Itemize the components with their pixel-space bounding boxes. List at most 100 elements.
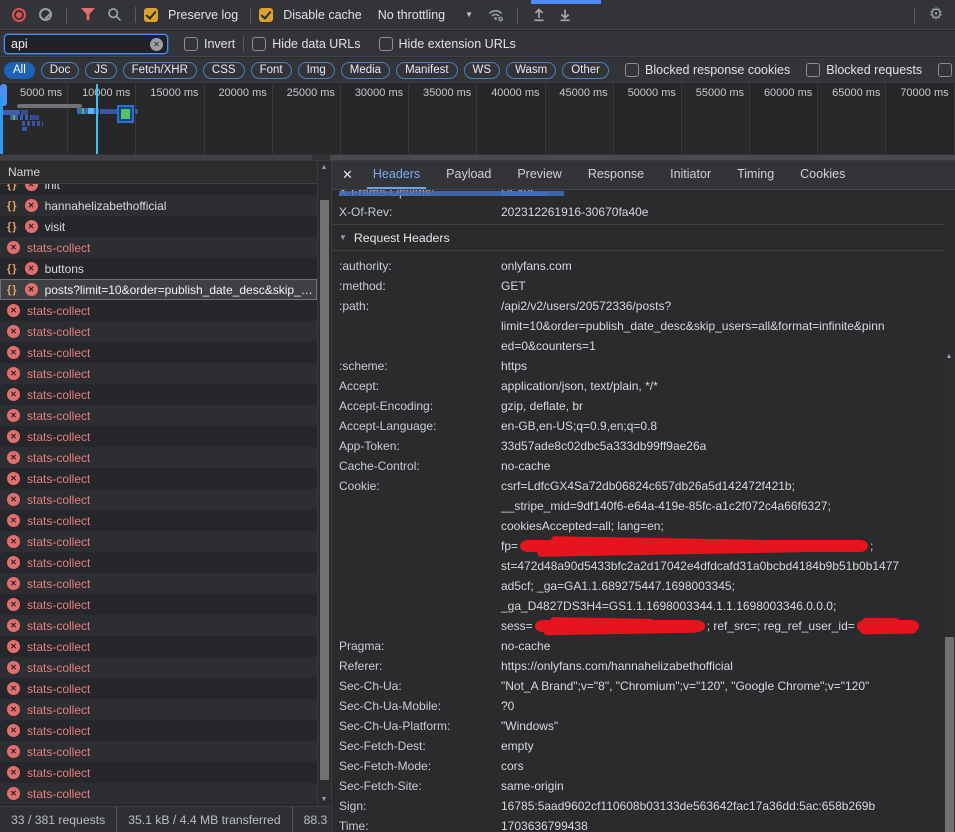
close-icon[interactable]: ✕ bbox=[342, 167, 353, 183]
timeline-tick-label: 40000 ms bbox=[477, 87, 544, 99]
request-row[interactable]: {} ✕ stats-collect bbox=[0, 489, 317, 510]
clear-button[interactable] bbox=[32, 3, 58, 27]
request-row[interactable]: {} ✕ stats-collect bbox=[0, 300, 317, 321]
header-value-line: GET bbox=[501, 276, 944, 296]
clear-input-icon[interactable]: ✕ bbox=[150, 38, 163, 51]
filter-pill[interactable]: Fetch/XHR bbox=[123, 62, 197, 79]
request-name: stats-collect bbox=[27, 598, 90, 612]
timeline-tick-label: 35000 ms bbox=[409, 87, 476, 99]
request-name: stats-collect bbox=[27, 766, 90, 780]
request-row[interactable]: {} ✕ hannahelizabethofficial bbox=[0, 195, 317, 216]
preserve-log-checkbox[interactable]: Preserve log bbox=[144, 8, 242, 22]
request-row[interactable]: {} ✕ buttons bbox=[0, 258, 317, 279]
invert-checkbox[interactable]: Invert bbox=[184, 37, 235, 51]
request-row[interactable]: {} ✕ posts?limit=10&order=publish_date_d… bbox=[0, 279, 317, 300]
hide-extension-urls-checkbox[interactable]: Hide extension URLs bbox=[379, 37, 516, 51]
filter-pill[interactable]: All bbox=[4, 62, 35, 79]
scroll-up-icon[interactable]: ▲ bbox=[318, 164, 330, 171]
filter-pill[interactable]: Img bbox=[298, 62, 335, 79]
filter-pill[interactable]: WS bbox=[464, 62, 501, 79]
request-header-value: ?0 bbox=[501, 696, 944, 716]
details-tab[interactable]: Payload bbox=[440, 161, 497, 189]
request-row[interactable]: {} ✕ stats-collect bbox=[0, 720, 317, 741]
request-row[interactable]: {} ✕ stats-collect bbox=[0, 783, 317, 804]
request-row[interactable]: {} ✕ stats-collect bbox=[0, 615, 317, 636]
request-row[interactable]: {} ✕ stats-collect bbox=[0, 762, 317, 783]
requests-scrollbar[interactable]: ▲ ▼ bbox=[317, 161, 330, 806]
blocked-requests-checkbox[interactable]: Blocked requests bbox=[806, 63, 922, 77]
request-row[interactable]: {} ✕ stats-collect bbox=[0, 573, 317, 594]
request-row[interactable]: {} ✕ stats-collect bbox=[0, 699, 317, 720]
request-row[interactable]: {} ✕ stats-collect bbox=[0, 405, 317, 426]
filter-pill[interactable]: Doc bbox=[41, 62, 79, 79]
settings-button[interactable]: ⚙ bbox=[923, 3, 949, 27]
details-scrollbar-thumb[interactable] bbox=[945, 637, 954, 832]
network-overview-timeline[interactable]: 5000 ms 10000 ms 15000 ms 20000 ms 25000… bbox=[0, 84, 955, 154]
request-row[interactable]: {} ✕ stats-collect bbox=[0, 636, 317, 657]
request-row[interactable]: {} ✕ stats-collect bbox=[0, 321, 317, 342]
request-row[interactable]: {} ✕ stats-collect bbox=[0, 342, 317, 363]
filter-toggle-button[interactable] bbox=[75, 3, 101, 27]
overview-scrollbar-thumb[interactable] bbox=[330, 155, 955, 160]
request-row[interactable]: {} ✕ init bbox=[0, 184, 317, 195]
toolbar-divider bbox=[517, 7, 518, 23]
throttling-select[interactable]: No throttling ▼ bbox=[374, 8, 483, 22]
request-name: init bbox=[45, 184, 60, 192]
request-row[interactable]: {} ✕ stats-collect bbox=[0, 741, 317, 762]
third-party-requests-checkbox[interactable]: 3rd-party requests bbox=[938, 63, 955, 77]
filter-pill[interactable]: Manifest bbox=[396, 62, 457, 79]
details-tab[interactable]: Response bbox=[582, 161, 650, 189]
request-row[interactable]: {} ✕ stats-collect bbox=[0, 510, 317, 531]
filter-pill[interactable]: CSS bbox=[203, 62, 245, 79]
request-row[interactable]: {} ✕ stats-collect bbox=[0, 426, 317, 447]
scroll-down-icon[interactable]: ▼ bbox=[318, 796, 330, 803]
details-tab[interactable]: Cookies bbox=[794, 161, 851, 189]
request-row[interactable]: {} ✕ stats-collect bbox=[0, 594, 317, 615]
details-tab[interactable]: Preview bbox=[511, 161, 567, 189]
details-tab[interactable]: Headers bbox=[367, 161, 426, 189]
network-conditions-button[interactable] bbox=[483, 3, 509, 27]
request-header-name: Sec-Fetch-Mode: bbox=[339, 756, 501, 776]
request-row[interactable]: {} ✕ stats-collect bbox=[0, 657, 317, 678]
overview-scrollbar[interactable] bbox=[0, 154, 955, 161]
request-headers-section-header[interactable]: ▼ Request Headers bbox=[332, 225, 944, 251]
record-button[interactable] bbox=[6, 3, 32, 27]
filter-pill[interactable]: JS bbox=[85, 62, 116, 79]
scroll-up-icon[interactable]: ▲ bbox=[943, 353, 955, 360]
error-icon: ✕ bbox=[7, 472, 20, 485]
request-row[interactable]: {} ✕ stats-collect bbox=[0, 678, 317, 699]
request-header-value: 33d57ade8c02dbc5a333db99ff9ae26a bbox=[501, 436, 944, 456]
request-name: buttons bbox=[45, 262, 84, 276]
error-icon: ✕ bbox=[7, 556, 20, 569]
request-row[interactable]: {} ✕ stats-collect bbox=[0, 447, 317, 468]
request-header-name: Sec-Ch-Ua: bbox=[339, 676, 501, 696]
error-icon: ✕ bbox=[7, 682, 20, 695]
header-value-line: /api2/v2/users/20572336/posts? bbox=[501, 296, 944, 316]
blocked-response-cookies-checkbox[interactable]: Blocked response cookies bbox=[625, 63, 790, 77]
request-row[interactable]: {} ✕ stats-collect bbox=[0, 552, 317, 573]
overview-scrollbar-thumb[interactable] bbox=[0, 155, 312, 160]
filter-pill[interactable]: Font bbox=[251, 62, 292, 79]
request-row[interactable]: {} ✕ stats-collect bbox=[0, 531, 317, 552]
request-row[interactable]: {} ✕ stats-collect bbox=[0, 363, 317, 384]
request-row[interactable]: {} ✕ visit bbox=[0, 216, 317, 237]
name-column-label: Name bbox=[8, 165, 40, 179]
details-scrollbar[interactable]: ▲ ▼ bbox=[943, 351, 955, 832]
filter-pill[interactable]: Wasm bbox=[506, 62, 556, 79]
request-name: stats-collect bbox=[27, 304, 90, 318]
requests-scrollbar-thumb[interactable] bbox=[320, 200, 329, 780]
disable-cache-checkbox[interactable]: Disable cache bbox=[259, 8, 366, 22]
filter-pill[interactable]: Media bbox=[341, 62, 390, 79]
hide-data-urls-checkbox[interactable]: Hide data URLs bbox=[252, 37, 360, 51]
request-row[interactable]: {} ✕ stats-collect bbox=[0, 384, 317, 405]
filter-pill[interactable]: Other bbox=[562, 62, 609, 79]
details-tab[interactable]: Initiator bbox=[664, 161, 717, 189]
export-har-button[interactable] bbox=[552, 3, 578, 27]
name-column-header[interactable]: Name bbox=[0, 161, 330, 184]
filter-input[interactable]: api ✕ bbox=[4, 34, 168, 54]
request-row[interactable]: {} ✕ stats-collect bbox=[0, 468, 317, 489]
details-tab[interactable]: Timing bbox=[731, 161, 780, 189]
import-har-button[interactable] bbox=[526, 3, 552, 27]
search-button[interactable] bbox=[101, 3, 127, 27]
request-row[interactable]: {} ✕ stats-collect bbox=[0, 237, 317, 258]
